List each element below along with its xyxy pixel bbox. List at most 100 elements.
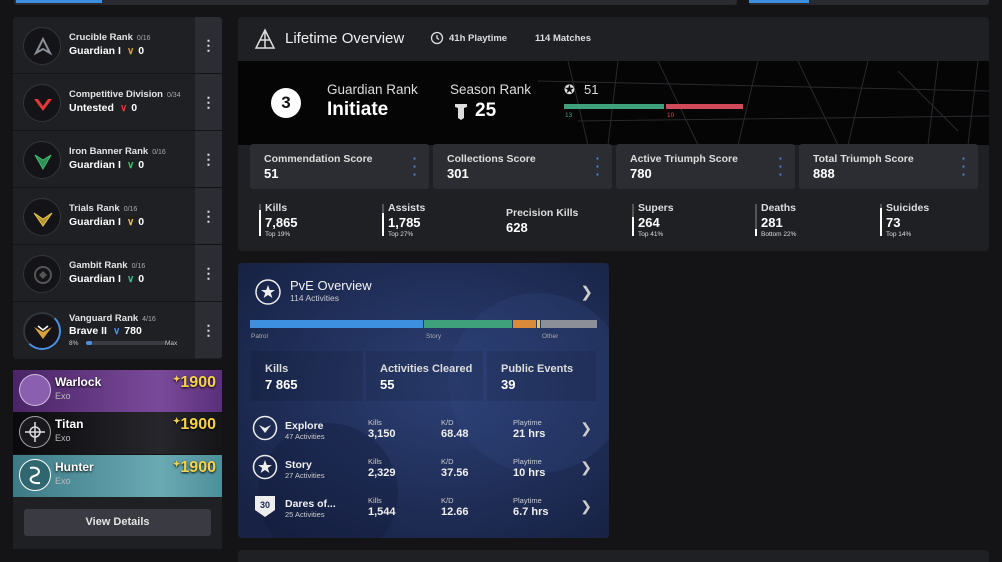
season-bar-right-value: 10	[667, 112, 675, 119]
explore-icon	[252, 415, 278, 441]
more-options-icon[interactable]: · · ·	[413, 152, 417, 181]
chevron-down-icon: ∨	[119, 103, 128, 114]
score-label: Commendation Score	[264, 153, 373, 165]
rank-title: Vanguard Rank	[69, 313, 139, 324]
chevron-down-icon: ∨	[112, 326, 121, 337]
stat-bar	[382, 204, 384, 236]
pve-overview-panel[interactable]: PvE Overview 114 Activities ❯ Patrol Sto…	[238, 263, 609, 538]
more-options-icon[interactable]: · · ·	[779, 152, 783, 181]
kd-label: K/D	[441, 457, 454, 466]
chevron-right-icon[interactable]: ❯	[580, 420, 592, 437]
hunter-emblem-icon	[19, 459, 51, 491]
chevron-right-icon[interactable]: ❯	[580, 283, 593, 301]
activity-playtime: 21 hrs	[513, 428, 546, 440]
character-card-warlock[interactable]: Warlock Exo ✦1900	[13, 370, 222, 412]
stat-label: Assists	[388, 202, 426, 214]
guardian-rank-name: Initiate	[327, 99, 389, 120]
kills-label: Kills	[368, 457, 382, 466]
more-options-button[interactable]: ⋮	[195, 245, 222, 301]
activity-row-story[interactable]: Story 27 Activities Kills 2,329 K/D 37.5…	[252, 450, 602, 486]
rank-row-crucible[interactable]: Crucible Rank 0/16 Guardian I ∨ 0 ⋮	[13, 17, 222, 74]
score-card[interactable]: Active Triumph Score 780 · · ·	[616, 144, 795, 189]
more-options-button[interactable]: ⋮	[195, 131, 222, 187]
chevron-down-icon: ∨	[126, 160, 135, 171]
more-options-button[interactable]: ⋮	[195, 17, 222, 73]
rank-row-vanguard[interactable]: Vanguard Rank 4/16 Brave II ∨ 780 8% Max ⋮	[13, 302, 222, 359]
rank-value: 0	[131, 102, 138, 114]
next-panel-edge	[238, 550, 989, 562]
stat-bar	[755, 204, 757, 236]
activity-count: 25 Activities	[285, 510, 325, 519]
stat-value: 7 865	[265, 377, 298, 392]
playtime-label: Playtime	[513, 457, 542, 466]
pve-stat-activities-cleared: Activities Cleared 55	[366, 351, 483, 401]
rank-row-competitive[interactable]: Competitive Division 0/34 Untested ∨ 0 ⋮	[13, 74, 222, 131]
rank-name: Untested	[69, 102, 114, 114]
titan-emblem-icon	[19, 416, 51, 448]
pve-subtitle: 114 Activities	[290, 293, 339, 303]
character-card-hunter[interactable]: Hunter Exo ✦1900	[13, 455, 222, 497]
legend-other: Other	[542, 333, 559, 340]
tab-strip-right[interactable]	[749, 0, 989, 5]
gambit-emblem-icon	[23, 255, 61, 293]
score-value: 888	[813, 166, 835, 181]
score-card[interactable]: Total Triumph Score 888 · · ·	[799, 144, 978, 189]
character-race: Exo	[55, 391, 71, 401]
rank-progress: 0/16	[131, 263, 146, 270]
lifetime-title: Lifetime Overview	[285, 30, 405, 47]
view-details-button[interactable]: View Details	[24, 509, 211, 536]
rank-value: 0	[138, 273, 145, 285]
activity-name: Explore	[285, 420, 324, 432]
tab-strip-left[interactable]	[14, 0, 737, 5]
rank-title: Trials Rank	[69, 203, 120, 214]
stat-value: 1,785	[388, 215, 421, 230]
stat-percentile: Top 27%	[388, 231, 414, 238]
chevron-down-icon: ∨	[126, 46, 135, 57]
pve-stat-kills: Kills 7 865	[251, 351, 363, 401]
season-bar-left	[564, 104, 664, 109]
rank-row-trials[interactable]: Trials Rank 0/16 Guardian I ∨ 0 ⋮	[13, 188, 222, 245]
rank-row-iron-banner[interactable]: Iron Banner Rank 0/16 Guardian I ∨ 0 ⋮	[13, 131, 222, 188]
clock-icon	[430, 31, 444, 50]
activity-name: Dares of...	[285, 498, 336, 510]
rank-title: Gambit Rank	[69, 260, 128, 271]
chevron-right-icon[interactable]: ❯	[580, 498, 592, 515]
stat-value: 281	[761, 215, 783, 230]
character-card-titan[interactable]: Titan Exo ✦1900	[13, 412, 222, 454]
legend-patrol: Patrol	[251, 333, 268, 340]
warlock-emblem-icon	[19, 374, 51, 406]
dares-icon-text: 30	[260, 500, 270, 510]
activity-row-dares[interactable]: 30 Dares of... 25 Activities Kills 1,544…	[252, 489, 602, 525]
lifetime-header: Lifetime Overview 41h Playtime 114 Match…	[238, 17, 989, 61]
activity-row-explore[interactable]: Explore 47 Activities Kills 3,150 K/D 68…	[252, 411, 602, 447]
season-pass-icon	[454, 102, 468, 125]
chevron-down-icon: ∨	[126, 217, 135, 228]
activity-playtime: 10 hrs	[513, 467, 546, 479]
score-card[interactable]: Collections Score 301 · · ·	[433, 144, 612, 189]
story-icon	[252, 454, 278, 480]
character-class: Titan	[55, 417, 84, 431]
rank-row-gambit[interactable]: Gambit Rank 0/16 Guardian I ∨ 0 ⋮	[13, 245, 222, 302]
more-options-button[interactable]: ⋮	[195, 74, 222, 130]
activity-count: 47 Activities	[285, 432, 325, 441]
matches-text: 114 Matches	[535, 33, 591, 44]
rank-title: Iron Banner Rank	[69, 146, 149, 157]
more-options-icon[interactable]: · · ·	[962, 152, 966, 181]
score-card[interactable]: Commendation Score 51 · · ·	[250, 144, 429, 189]
iron-banner-emblem-icon	[23, 141, 61, 179]
stat-label: Public Events	[501, 363, 574, 375]
more-options-button[interactable]: ⋮	[195, 188, 222, 244]
activity-kills: 3,150	[368, 428, 396, 440]
rank-value: 0	[138, 159, 145, 171]
score-label: Total Triumph Score	[813, 153, 914, 165]
dares-icon: 30	[252, 493, 278, 519]
character-light: 1900	[180, 459, 216, 476]
kills-label: Kills	[368, 496, 382, 505]
stat-percentile: Bottom 22%	[761, 231, 797, 238]
more-options-icon[interactable]: · · ·	[596, 152, 600, 181]
more-options-button[interactable]: ⋮	[195, 302, 222, 358]
rank-name: Guardian I	[69, 273, 121, 285]
chevron-right-icon[interactable]: ❯	[580, 459, 592, 476]
score-label: Collections Score	[447, 153, 536, 165]
activity-bar-patrol	[250, 320, 423, 328]
